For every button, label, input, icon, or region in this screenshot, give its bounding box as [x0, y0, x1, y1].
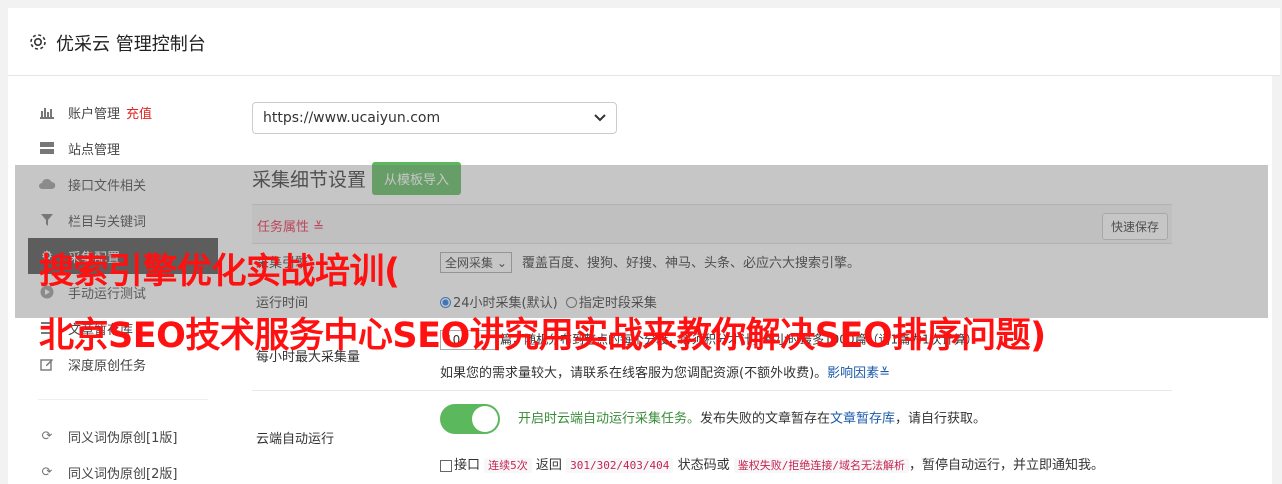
watermark-overlay: 搜索引擎优化实战培训( 北京SEO技术服务中心SEO讲究用实战来教你解决SEO排…	[15, 165, 1268, 356]
cloud-mid1: 返回	[535, 458, 562, 473]
cloud-desc1: 发布失败的文章暂存在	[700, 411, 831, 427]
max-note-line: 如果您的需求量较大，请联系在线客服为您调配资源(不额外收费)。影响因素≚	[440, 362, 890, 381]
notify-checkbox[interactable]	[440, 459, 452, 472]
cloud-mid2: 状态码或	[677, 458, 730, 473]
chevron-down-icon	[594, 110, 606, 126]
site-select-value: https://www.ucaiyun.com	[263, 110, 441, 126]
overlay-line-2: 北京SEO技术服务中心SEO讲究用实战来教你解决SEO排序问题)	[39, 316, 1046, 356]
main-content: https://www.ucaiyun.com 采集细节设置 从模板导入 任务属…	[252, 102, 1172, 473]
row-divider	[252, 390, 1172, 391]
code-errors: 鉴权失败/拒绝连接/域名无法解析	[733, 458, 909, 473]
sidebar-item-synonym-v2[interactable]: ⟳ 同义词伪原创[2版]	[28, 454, 218, 484]
gear-icon	[30, 34, 46, 50]
server-icon	[38, 139, 56, 157]
refresh-icon: ⟳	[41, 428, 53, 444]
cloud-desc2: ，请自行获取。	[895, 411, 987, 427]
sidebar-item-label: 同义词伪原创[2版]	[68, 466, 178, 482]
recharge-link[interactable]: 充值	[126, 103, 152, 122]
sidebar-item-sites[interactable]: 站点管理	[28, 130, 218, 166]
sidebar-divider	[38, 382, 208, 400]
cloud-toggle-line: 开启时云端自动运行采集任务。发布失败的文章暂存在文章暂存库，请自行获取。	[440, 404, 986, 434]
page-title: 优采云 管理控制台	[56, 34, 206, 55]
cloud-row: 云端自动运行 开启时云端自动运行采集任务。发布失败的文章暂存在文章暂存库，请自行…	[252, 404, 1172, 474]
factors-link[interactable]: 影响因素≚	[827, 366, 890, 381]
sidebar-item-label: 账户管理	[68, 106, 121, 122]
sidebar-item-label: 站点管理	[68, 142, 121, 158]
cloud-tail: ，暂停自动运行，并立即通知我。	[908, 458, 1104, 473]
cloud-cb-prefix: 接口	[454, 458, 481, 473]
overlay-line-1: 搜索引擎优化实战培训(	[39, 252, 400, 292]
cloud-label: 云端自动运行	[256, 432, 335, 447]
sidebar-item-account[interactable]: 账户管理 充值	[28, 94, 218, 130]
cloud-check-line: 接口 连续5次 返回 301/302/403/404 状态码或 鉴权失败/拒绝连…	[440, 454, 1104, 473]
top-bar: 优采云 管理控制台	[8, 8, 1280, 76]
sidebar-item-label: 同义词伪原创[1版]	[68, 430, 178, 446]
sidebar-item-synonym-v1[interactable]: ⟳ 同义词伪原创[1版]	[28, 418, 218, 454]
cloud-on-text: 开启时云端自动运行采集任务。	[518, 411, 701, 427]
bar-chart-icon	[38, 103, 56, 121]
code-status: 301/302/403/404	[566, 458, 674, 473]
article-store-link[interactable]: 文章暂存库	[830, 412, 895, 427]
cloud-toggle[interactable]	[440, 404, 500, 434]
site-select[interactable]: https://www.ucaiyun.com	[252, 102, 617, 134]
max-note: 如果您的需求量较大，请联系在线客服为您调配资源(不额外收费)。	[440, 366, 828, 381]
code-consecutive: 连续5次	[484, 458, 532, 473]
refresh-icon: ⟳	[41, 464, 53, 480]
